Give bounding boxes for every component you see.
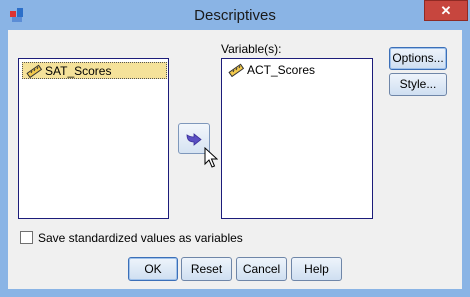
save-standardized-label: Save standardized values as variables	[38, 231, 243, 245]
source-variable-list[interactable]: SAT_Scores	[18, 58, 169, 219]
reset-button[interactable]: Reset	[181, 257, 232, 281]
dialog-body: SAT_Scores Variable(s): ACT_Scores Optio…	[8, 30, 462, 289]
ok-button[interactable]: OK	[128, 257, 178, 281]
source-item-label: SAT_Scores	[45, 64, 112, 78]
help-button[interactable]: Help	[291, 257, 342, 281]
variables-label: Variable(s):	[221, 42, 281, 56]
source-list-item[interactable]: SAT_Scores	[22, 62, 167, 79]
target-list-item[interactable]: ACT_Scores	[225, 62, 315, 79]
target-variable-list[interactable]: ACT_Scores	[221, 58, 373, 219]
style-button[interactable]: Style...	[389, 73, 447, 96]
ruler-icon	[228, 63, 244, 77]
variables-label-text: Variable(s):	[221, 42, 282, 56]
move-right-arrow-icon	[186, 133, 202, 146]
close-button[interactable]: ✕	[424, 0, 468, 21]
target-item-label: ACT_Scores	[247, 63, 316, 77]
title-bar: Descriptives ✕	[0, 0, 470, 30]
mouse-pointer-icon	[204, 147, 218, 168]
cancel-button[interactable]: Cancel	[236, 257, 287, 281]
save-standardized-checkbox[interactable]	[20, 231, 33, 244]
window-title: Descriptives	[194, 7, 276, 24]
ruler-icon	[26, 64, 42, 78]
options-button[interactable]: Options...	[389, 47, 447, 70]
dialog-window: Descriptives ✕ SAT_Scores Variable(s): A…	[0, 0, 470, 297]
